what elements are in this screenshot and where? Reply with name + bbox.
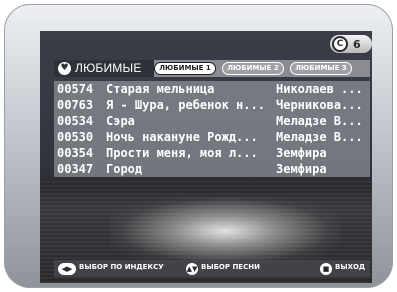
list-item[interactable]: 00574 Старая мельница Николаев ...	[54, 81, 370, 97]
select-song-hint: ВЫБОР ПЕСНИ	[201, 263, 260, 271]
tv-frame: C 6 ♥ ЛЮБИМЫЕ ЛЮБИМЫЕ 1 ЛЮБИМЫЕ 2 ЛЮБИМЫ…	[4, 4, 393, 288]
song-title: Я - Шура, ребенок н...	[106, 98, 265, 112]
exit-hint: ВЫХОД	[335, 263, 366, 271]
list-item[interactable]: 00530 Ночь накануне Рожд... Меладзе В...	[54, 129, 370, 145]
song-title: Город	[106, 162, 143, 176]
song-title: Ночь накануне Рожд...	[106, 130, 258, 144]
song-index: 00347	[57, 162, 94, 176]
page-title: ЛЮБИМЫЕ	[75, 61, 142, 75]
song-index: 00534	[57, 114, 94, 128]
heart-icon: ♥	[58, 62, 71, 75]
song-index: 00763	[57, 98, 94, 112]
header-title-area: ♥ ЛЮБИМЫЕ	[54, 60, 154, 77]
song-artist: Николаев ...	[276, 82, 363, 96]
song-index: 00574	[57, 82, 94, 96]
favorites-header: ♥ ЛЮБИМЫЕ ЛЮБИМЫЕ 1 ЛЮБИМЫЕ 2 ЛЮБИМЫЕ 3	[54, 60, 370, 77]
list-item[interactable]: 00354 Прости меня, моя л... Земфира	[54, 145, 370, 161]
song-title: Старая мельница	[106, 82, 215, 96]
song-list: 00574 Старая мельница Николаев ... 00763…	[54, 81, 370, 177]
list-item[interactable]: 00763 Я - Шура, ребенок н... Черникова..…	[54, 97, 370, 113]
song-index: 00354	[57, 146, 94, 160]
song-artist: Меладзе В...	[276, 130, 363, 144]
control-hints-bar: ◀▶ ВЫБОР ПО ИНДЕКСУ ▲▼ ВЫБОР ПЕСНИ ■ ВЫХ…	[54, 260, 370, 277]
song-artist: Земфира	[276, 162, 327, 176]
moonlight-reflection	[110, 196, 340, 266]
channel-letter-icon: C	[332, 36, 348, 52]
song-artist: Черникова...	[276, 98, 363, 112]
up-down-arrows-icon: ▲▼	[186, 263, 198, 275]
tab-favorites-2[interactable]: ЛЮБИМЫЕ 2	[222, 62, 284, 75]
karaoke-screen: C 6 ♥ ЛЮБИМЫЕ ЛЮБИМЫЕ 1 ЛЮБИМЫЕ 2 ЛЮБИМЫ…	[40, 31, 372, 283]
song-index: 00530	[57, 130, 94, 144]
channel-number: 6	[353, 37, 361, 51]
list-item[interactable]: 00347 Город Земфира	[54, 161, 370, 177]
select-by-index-hint: ВЫБОР ПО ИНДЕКСУ	[79, 263, 164, 271]
list-item[interactable]: 00534 Сэра Меладзе В...	[54, 113, 370, 129]
channel-badge: C 6	[330, 35, 372, 53]
tab-favorites-1[interactable]: ЛЮБИМЫЕ 1	[154, 62, 216, 75]
stop-icon: ■	[320, 263, 332, 275]
song-artist: Земфира	[276, 146, 327, 160]
song-title: Прости меня, моя л...	[106, 146, 258, 160]
song-artist: Меладзе В...	[276, 114, 363, 128]
song-title: Сэра	[106, 114, 135, 128]
tab-favorites-3[interactable]: ЛЮБИМЫЕ 3	[290, 62, 352, 75]
left-right-arrows-icon: ◀▶	[58, 263, 76, 275]
